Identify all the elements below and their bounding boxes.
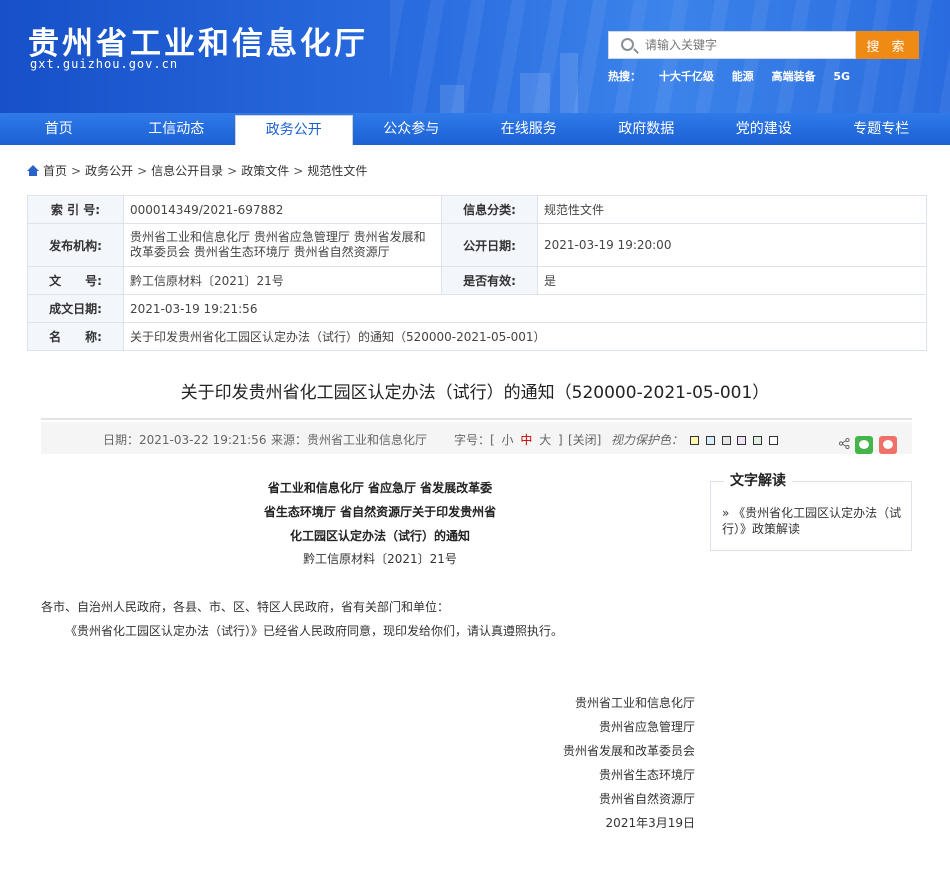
breadcrumb-normative[interactable]: 规范性文件 xyxy=(307,162,367,179)
breadcrumb-separator: > xyxy=(71,163,82,178)
category-value: 规范性文件 xyxy=(537,195,927,224)
wechat-share-icon[interactable] xyxy=(855,436,873,454)
category-label: 信息分类: xyxy=(441,195,538,224)
eye-color-swatch[interactable] xyxy=(737,436,747,445)
font-size-prefix: 字号：[ xyxy=(454,433,495,447)
docno-value: 黔工信原材料〔2021〕21号 xyxy=(123,266,442,295)
addressee: 各市、自治州人民政府，各县、市、区、特区人民政府，省有关部门和单位： xyxy=(41,600,450,614)
eye-color-swatch[interactable] xyxy=(768,436,778,445)
nav-item-news[interactable]: 工信动态 xyxy=(118,113,236,145)
search-icon xyxy=(621,38,634,51)
interpretation-title: 文字解读 xyxy=(724,470,792,490)
pubdate-label: 公开日期: xyxy=(441,223,538,267)
index-label: 索 引 号: xyxy=(27,195,124,224)
home-icon xyxy=(27,164,39,177)
eye-color-swatch[interactable] xyxy=(753,436,763,445)
search-box xyxy=(608,31,856,59)
hot-search: 热搜： 十大千亿级 能源 高端装备 5G xyxy=(608,68,864,84)
eye-color-swatch[interactable] xyxy=(705,436,715,445)
doc-number: 黔工信原材料〔2021〕21号 xyxy=(303,552,457,566)
site-header: 贵州省工业和信息化厅 gxt.guizhou.gov.cn 搜 索 热搜： 十大… xyxy=(0,0,950,113)
hot-search-label: 热搜： xyxy=(608,70,641,83)
signature-line: 贵州省应急管理厅 xyxy=(598,720,695,734)
created-label: 成文日期: xyxy=(27,294,124,323)
issuer-value-line: 贵州省工业和信息化厅 贵州省应急管理厅 贵州省发展和 xyxy=(130,230,426,244)
close-link[interactable]: [关闭] xyxy=(568,431,601,448)
body-paragraph: 《贵州省化工园区认定办法（试行）》已经省人民政府同意，现印发给你们，请认真遵照执… xyxy=(65,624,564,638)
header-building-graphic xyxy=(520,73,550,113)
signature-date: 2021年3月19日 xyxy=(605,816,695,830)
signature-line: 贵州省生态环境厅 xyxy=(598,768,695,782)
search-button[interactable]: 搜 索 xyxy=(856,31,919,59)
font-size-control: 字号：[ 小 中 大 ] xyxy=(454,431,563,448)
font-size-medium[interactable]: 中 xyxy=(520,433,532,447)
created-value: 2021-03-19 19:21:56 xyxy=(123,294,927,323)
eye-color-swatch[interactable] xyxy=(689,436,699,445)
name-value: 关于印发贵州省化工园区认定办法（试行）的通知（520000-2021-05-00… xyxy=(123,322,927,351)
eye-protection-label: 视力保护色： xyxy=(611,433,684,447)
pubdate-value: 2021-03-19 19:20:00 xyxy=(537,223,927,267)
nav-item-party[interactable]: 党的建设 xyxy=(705,113,823,145)
font-size-suffix: ] xyxy=(558,433,563,447)
valid-value: 是 xyxy=(537,266,927,295)
breadcrumb: 首页 > 政务公开 > 信息公开目录 > 政策文件 > 规范性文件 xyxy=(27,162,367,179)
issuer-label: 发布机构: xyxy=(27,223,124,267)
site-url: gxt.guizhou.gov.cn xyxy=(30,57,179,71)
breadcrumb-gov-affairs[interactable]: 政务公开 xyxy=(85,162,133,179)
valid-label: 是否有效: xyxy=(441,266,538,295)
article-title: 关于印发贵州省化工园区认定办法（试行）的通知（520000-2021-05-00… xyxy=(180,383,770,403)
signature-line: 贵州省自然资源厅 xyxy=(598,792,695,806)
nav-item-online-service[interactable]: 在线服务 xyxy=(470,113,588,145)
breadcrumb-home[interactable]: 首页 xyxy=(43,162,67,179)
nav-item-gov-affairs[interactable]: 政务公开 xyxy=(235,115,353,145)
eye-color-swatch[interactable] xyxy=(721,436,731,445)
hot-search-link[interactable]: 十大千亿级 xyxy=(659,70,714,83)
doc-heading-line: 化工园区认定办法（试行）的通知 xyxy=(289,529,470,543)
docno-label: 文 号: xyxy=(27,266,124,295)
nav-item-home[interactable]: 首页 xyxy=(0,113,118,145)
breadcrumb-separator: > xyxy=(137,163,148,178)
breadcrumb-separator: > xyxy=(227,163,238,178)
title-divider xyxy=(41,418,912,420)
header-building-graphic xyxy=(560,53,578,113)
info-table: 索 引 号: 000014349/2021-697882 信息分类: 规范性文件… xyxy=(27,195,927,351)
font-size-large[interactable]: 大 xyxy=(539,433,551,447)
eye-protection: 视力保护色： xyxy=(611,431,778,448)
issuer-value: 贵州省工业和信息化厅 贵州省应急管理厅 贵州省发展和 改革委员会 贵州省生态环境… xyxy=(123,223,442,267)
weibo-share-icon[interactable] xyxy=(879,436,897,454)
issuer-value-line: 改革委员会 贵州省生态环境厅 贵州省自然资源厅 xyxy=(130,245,390,259)
nav-item-special-topics[interactable]: 专题专栏 xyxy=(823,113,941,145)
nav-item-public-participation[interactable]: 公众参与 xyxy=(353,113,471,145)
breadcrumb-separator: > xyxy=(293,163,304,178)
signature-line: 贵州省工业和信息化厅 xyxy=(574,696,695,710)
name-label: 名 称: xyxy=(27,322,124,351)
doc-heading-line: 省工业和信息化厅 省应急厅 省发展改革委 xyxy=(267,481,493,495)
share-icon[interactable] xyxy=(839,438,850,449)
main-nav: 首页 工信动态 政务公开 公众参与 在线服务 政府数据 党的建设 专题专栏 xyxy=(0,113,950,145)
article-date: 日期：2021-03-22 19:21:56 xyxy=(103,433,267,447)
breadcrumb-catalog[interactable]: 信息公开目录 xyxy=(151,162,223,179)
hot-search-link[interactable]: 5G xyxy=(833,70,850,83)
doc-heading-line: 省生态环境厅 省自然资源厅关于印发贵州省 xyxy=(263,505,497,519)
hot-search-link[interactable]: 能源 xyxy=(732,70,754,83)
article-source: 来源：贵州省工业和信息化厅 xyxy=(271,433,428,447)
search-input[interactable] xyxy=(645,33,851,57)
nav-item-gov-data[interactable]: 政府数据 xyxy=(588,113,706,145)
font-size-small[interactable]: 小 xyxy=(502,433,514,447)
index-value: 000014349/2021-697882 xyxy=(123,195,442,224)
breadcrumb-policy[interactable]: 政策文件 xyxy=(241,162,289,179)
interpretation-link[interactable]: » 《贵州省化工园区认定办法（试行）》政策解读 xyxy=(722,505,906,537)
header-building-graphic xyxy=(440,85,464,113)
hot-search-link[interactable]: 高端装备 xyxy=(772,70,816,83)
signature-line: 贵州省发展和改革委员会 xyxy=(562,744,695,758)
